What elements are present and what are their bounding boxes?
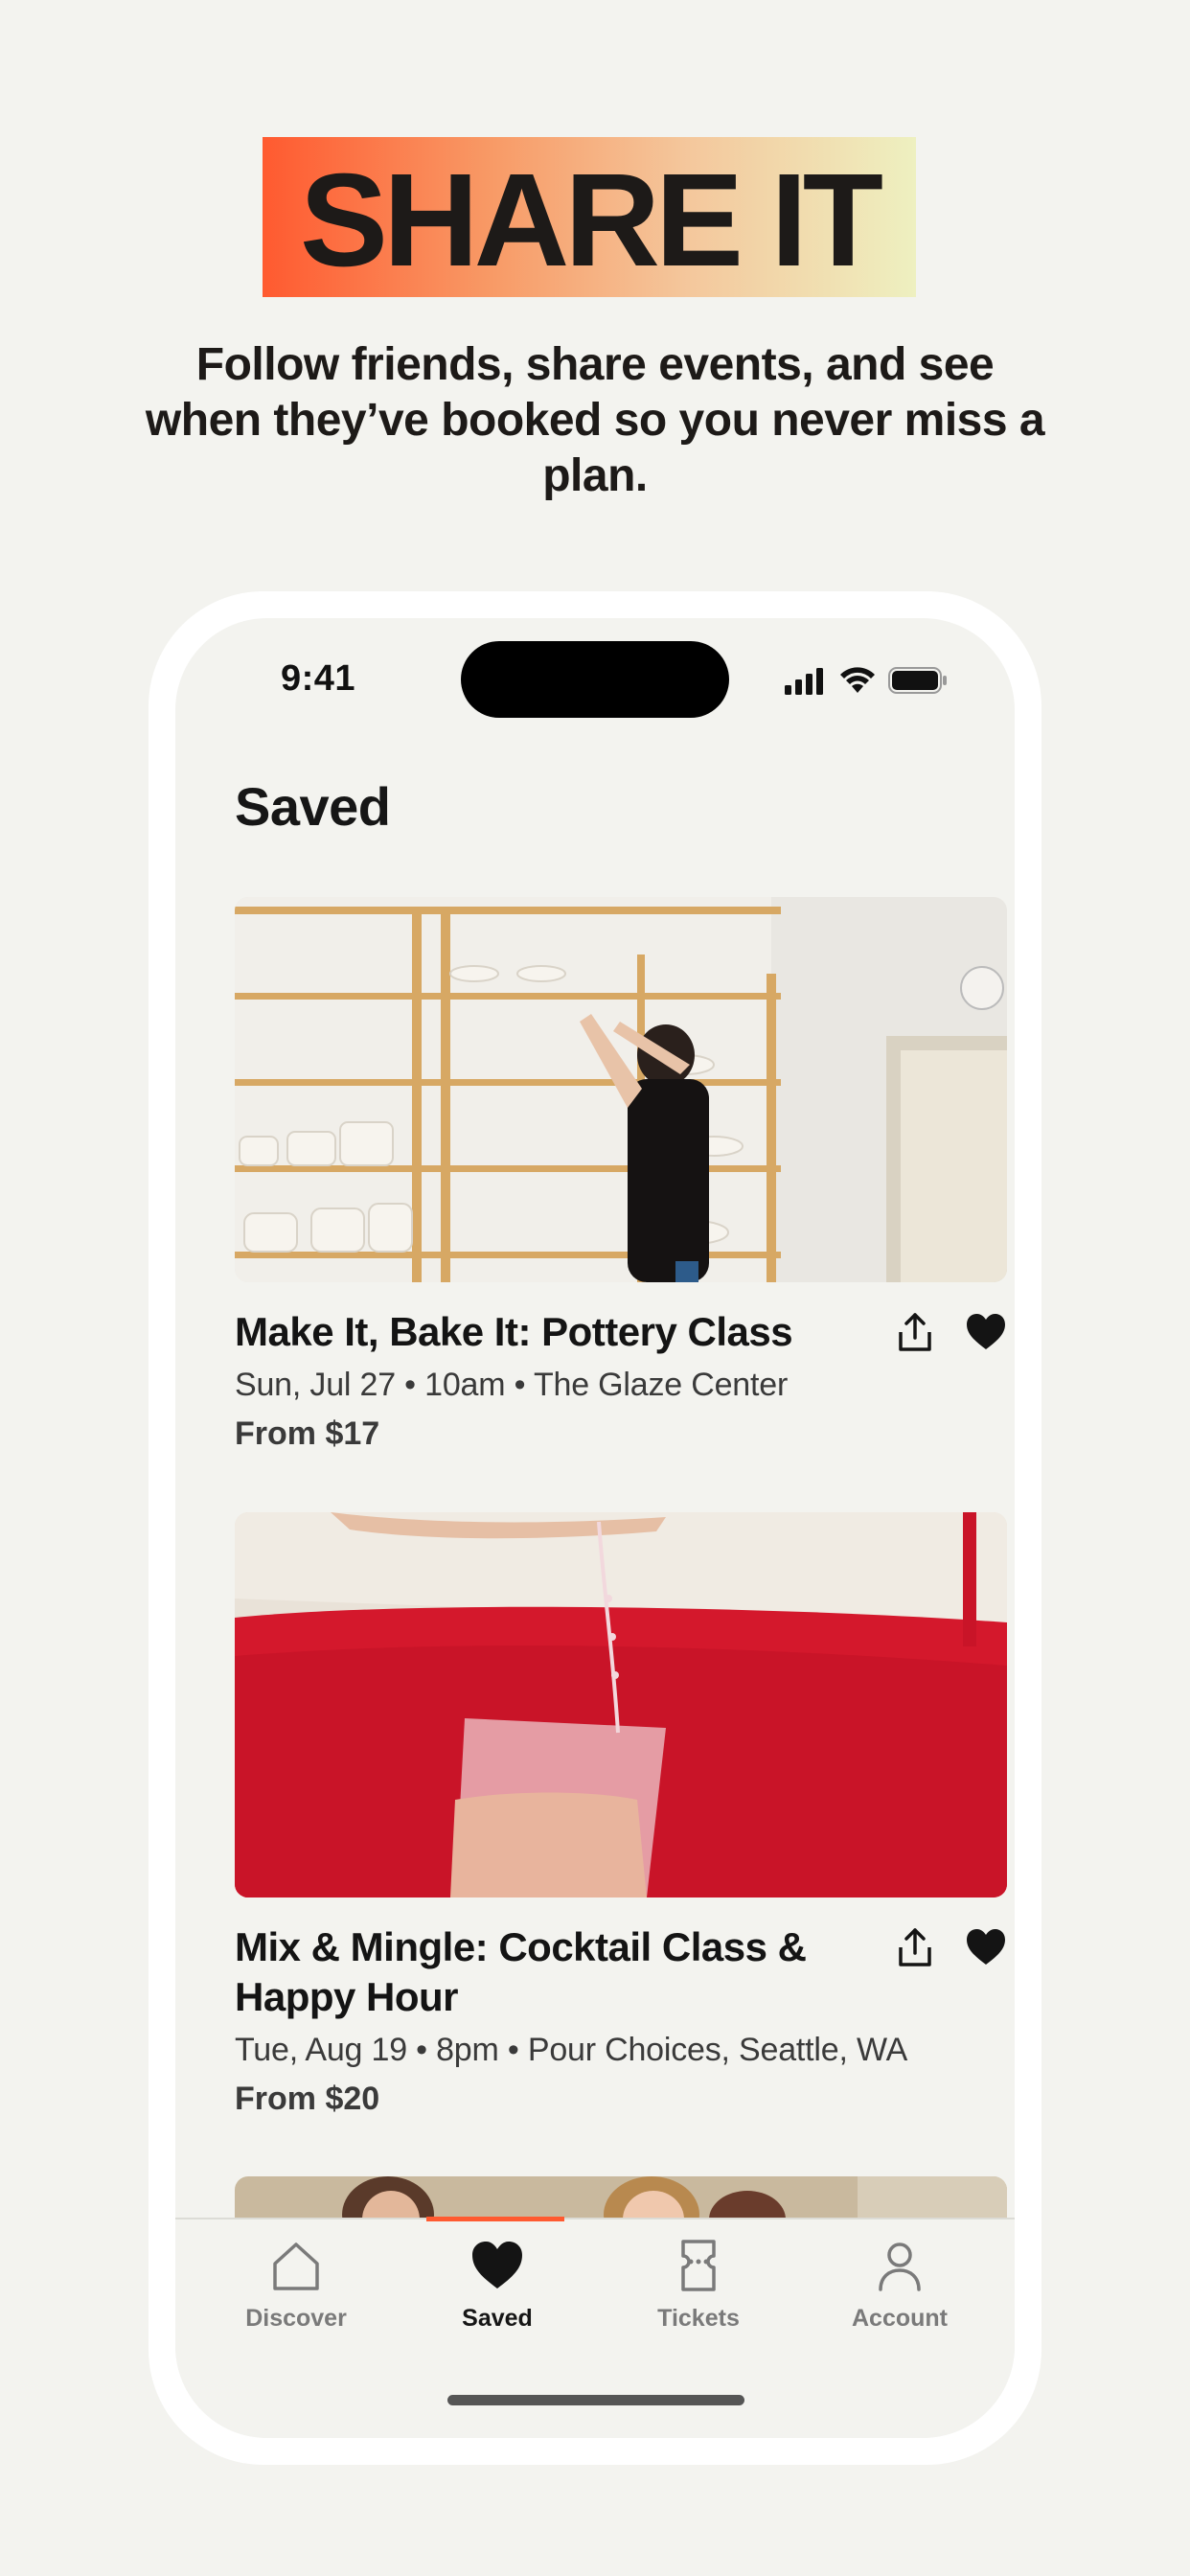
signal-icon bbox=[785, 668, 823, 695]
heart-filled-icon bbox=[967, 1929, 1005, 1965]
tab-tickets[interactable]: Tickets bbox=[612, 2239, 785, 2333]
share-icon bbox=[899, 1928, 931, 1966]
event-meta: Tue, Aug 19 • 8pm • Pour Choices, Seattl… bbox=[235, 2032, 908, 2068]
cocktail-pour-photo bbox=[235, 1512, 1007, 1898]
card-actions bbox=[894, 1926, 1007, 1968]
share-button[interactable] bbox=[894, 1311, 936, 1353]
phone-screen: 9:41 Saved Make It, Bake It: Pottery Cla… bbox=[175, 618, 1015, 2438]
event-card[interactable]: Mix & Mingle: Cocktail Class & Happy Hou… bbox=[235, 1512, 1007, 2135]
tab-label: Discover bbox=[245, 2305, 347, 2332]
heart-filled-icon bbox=[967, 1314, 1005, 1349]
card-actions bbox=[894, 1311, 1007, 1353]
save-heart-button[interactable] bbox=[965, 1311, 1007, 1353]
share-button[interactable] bbox=[894, 1926, 936, 1968]
person-icon bbox=[879, 2242, 921, 2291]
event-price: From $17 bbox=[235, 1415, 380, 1452]
hero-title: SHARE IT bbox=[299, 146, 883, 294]
event-image[interactable] bbox=[235, 897, 1007, 1282]
save-heart-button[interactable] bbox=[965, 1926, 1007, 1968]
hero-subtitle: Follow friends, share events, and see wh… bbox=[145, 339, 1045, 501]
dynamic-island bbox=[461, 641, 729, 718]
event-card[interactable]: Make It, Bake It: Pottery Class Sun, Jul… bbox=[235, 897, 1007, 1472]
tab-discover[interactable]: Discover bbox=[210, 2239, 382, 2333]
tab-account[interactable]: Account bbox=[813, 2239, 986, 2333]
home-icon bbox=[273, 2242, 319, 2290]
event-title[interactable]: Make It, Bake It: Pottery Class bbox=[235, 1307, 829, 1357]
page-title: Saved bbox=[235, 776, 391, 837]
status-time: 9:41 bbox=[281, 658, 356, 699]
tab-label: Saved bbox=[462, 2305, 533, 2332]
event-price: From $20 bbox=[235, 2081, 380, 2117]
tab-label: Account bbox=[852, 2305, 948, 2332]
event-meta: Sun, Jul 27 • 10am • The Glaze Center bbox=[235, 1367, 789, 1403]
phone-frame: 9:41 Saved Make It, Bake It: Pottery Cla… bbox=[149, 591, 1041, 2465]
event-image[interactable] bbox=[235, 1512, 1007, 1898]
wifi-icon bbox=[840, 667, 875, 693]
event-title[interactable]: Mix & Mingle: Cocktail Class & Happy Hou… bbox=[235, 1922, 829, 2022]
home-indicator bbox=[447, 2395, 744, 2405]
tab-label: Tickets bbox=[657, 2305, 740, 2332]
pottery-studio-photo bbox=[235, 897, 1007, 1282]
share-icon bbox=[899, 1313, 931, 1351]
status-icons bbox=[785, 666, 948, 695]
tab-saved[interactable]: Saved bbox=[411, 2239, 584, 2333]
ticket-icon bbox=[681, 2240, 716, 2291]
heart-icon bbox=[472, 2242, 522, 2288]
battery-icon bbox=[888, 667, 947, 694]
active-tab-indicator bbox=[426, 2217, 564, 2221]
hero-title-banner: SHARE IT bbox=[263, 137, 916, 297]
